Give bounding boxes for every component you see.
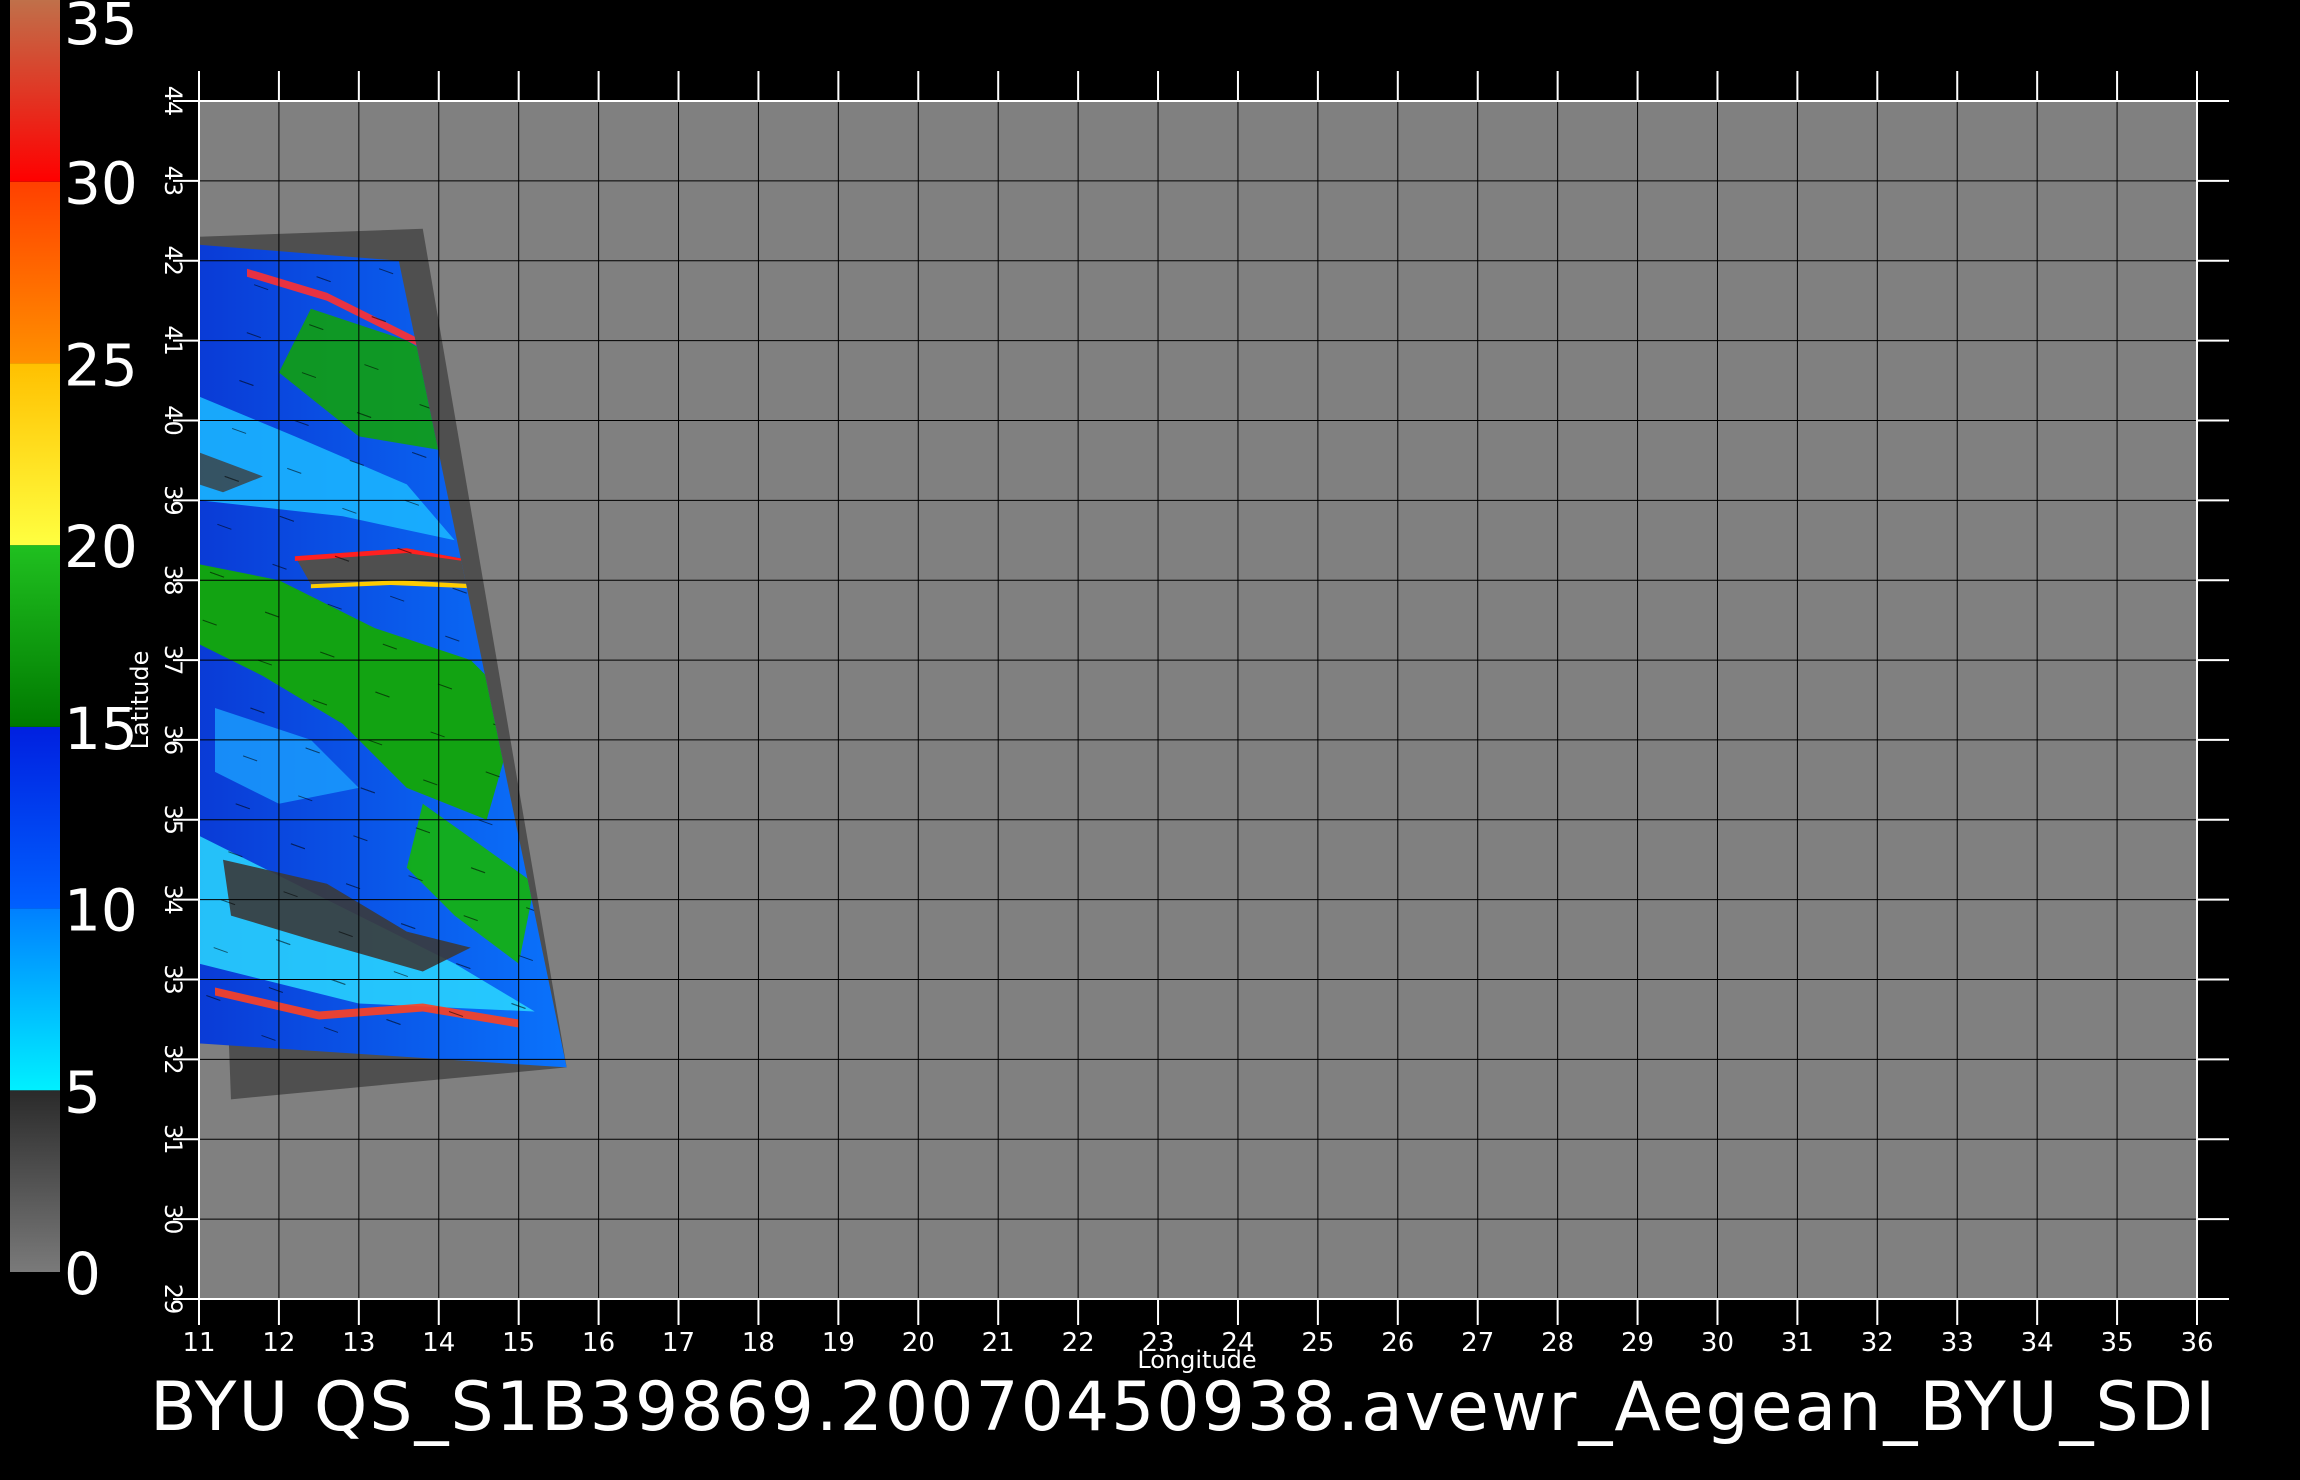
colorbar-tick-label: 10	[64, 877, 138, 945]
y-axis-label: Latitude	[126, 651, 154, 750]
y-tick-label: 40	[159, 405, 187, 436]
y-tick-label: 36	[159, 725, 187, 756]
y-tick-label: 41	[159, 325, 187, 356]
y-tick-label: 32	[159, 1044, 187, 1075]
y-tick-label: 31	[159, 1124, 187, 1155]
x-tick-label: 26	[1381, 1328, 1414, 1358]
x-tick-label: 36	[2180, 1328, 2213, 1358]
image-title: BYU QS_S1B39869.20070450938.avewr_Aegean…	[150, 1368, 2218, 1447]
x-tick-label: 33	[1941, 1328, 1974, 1358]
x-tick-label: 29	[1621, 1328, 1654, 1358]
y-tick-label: 38	[159, 565, 187, 596]
x-tick-label: 17	[662, 1328, 695, 1358]
colorbar-tick-label: 30	[64, 150, 138, 218]
colorbar-band	[10, 0, 60, 182]
x-tick-label: 11	[182, 1328, 215, 1358]
x-tick-label: 16	[582, 1328, 615, 1358]
colorbar: 05101520253035	[10, 0, 138, 1308]
colorbar-band	[10, 363, 60, 546]
x-tick-label: 14	[422, 1328, 455, 1358]
y-tick-label: 43	[159, 166, 187, 197]
x-tick-label: 35	[2101, 1328, 2134, 1358]
x-tick-label: 31	[1781, 1328, 1814, 1358]
colorbar-tick-label: 35	[64, 0, 138, 58]
x-tick-label: 28	[1541, 1328, 1574, 1358]
y-tick-label: 37	[159, 645, 187, 676]
x-tick-label: 32	[1861, 1328, 1894, 1358]
x-tick-label: 25	[1301, 1328, 1334, 1358]
x-tick-label: 21	[982, 1328, 1015, 1358]
x-tick-label: 13	[342, 1328, 375, 1358]
colorbar-band	[10, 908, 60, 1091]
colorbar-band	[10, 1090, 60, 1272]
y-tick-label: 30	[159, 1204, 187, 1235]
x-tick-label: 18	[742, 1328, 775, 1358]
x-tick-label: 19	[822, 1328, 855, 1358]
x-tick-label: 34	[2021, 1328, 2054, 1358]
colorbar-tick-label: 0	[64, 1240, 101, 1308]
x-tick-label: 22	[1062, 1328, 1095, 1358]
colorbar-band	[10, 181, 60, 364]
colorbar-tick-label: 5	[64, 1058, 101, 1126]
y-tick-label: 42	[159, 245, 187, 276]
y-tick-label: 34	[159, 884, 187, 915]
colorbar-tick-label: 20	[64, 513, 138, 581]
x-tick-label: 15	[502, 1328, 535, 1358]
x-tick-label: 27	[1461, 1328, 1494, 1358]
y-tick-label: 29	[159, 1284, 187, 1315]
y-tick-label: 35	[159, 805, 187, 836]
y-tick-label: 33	[159, 964, 187, 995]
colorbar-band	[10, 545, 60, 727]
y-tick-label: 39	[159, 485, 187, 516]
colorbar-tick-label: 25	[64, 331, 138, 399]
y-tick-label: 44	[159, 86, 187, 117]
x-tick-label: 20	[902, 1328, 935, 1358]
x-tick-label: 30	[1701, 1328, 1734, 1358]
colorbar-band	[10, 726, 60, 909]
map-figure: 0 5 10 15 20 25 30 35 11 12 13 14 15 16 17 18 19 20 21 22 2…	[0, 0, 2300, 1480]
x-tick-label: 12	[262, 1328, 295, 1358]
